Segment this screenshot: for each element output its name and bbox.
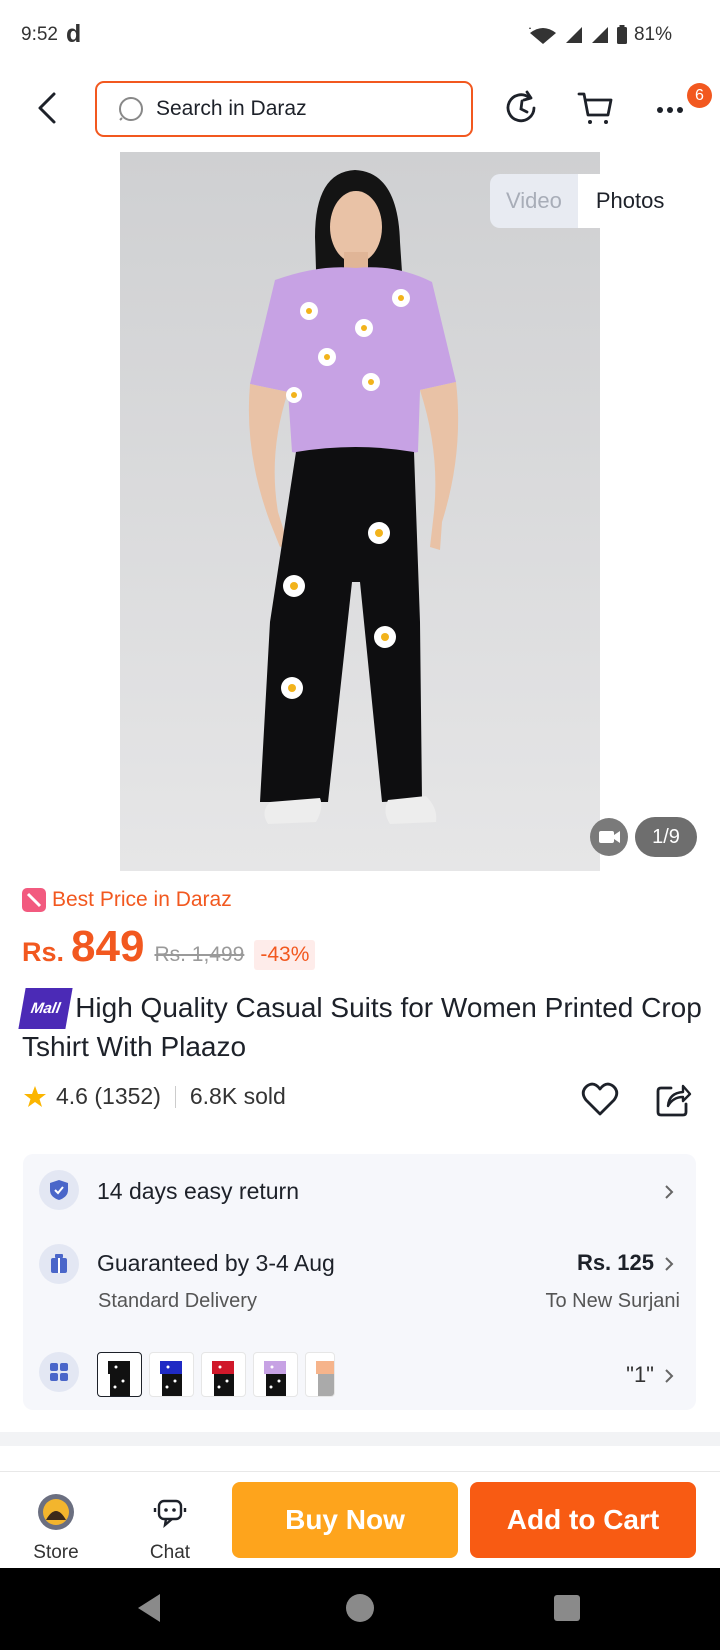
delivery-location: To New Surjani (545, 1290, 680, 1312)
swatch-lilac[interactable] (253, 1352, 298, 1397)
buy-now-button[interactable]: Buy Now (232, 1482, 458, 1558)
best-price-text: Best Price in Daraz (52, 888, 232, 911)
delivery-row[interactable]: Guaranteed by 3-4 Aug Standard Delivery … (23, 1234, 696, 1324)
media-toggle: Video Photos (490, 174, 683, 228)
mall-badge: Mall (18, 988, 73, 1029)
shield-icon (39, 1170, 79, 1210)
delivery-date-text: Guaranteed by 3-4 Aug (97, 1250, 335, 1276)
product-photo[interactable] (120, 152, 600, 871)
chevron-right-icon (665, 1185, 674, 1199)
best-price-icon (22, 888, 46, 912)
delivery-box-icon (39, 1244, 79, 1284)
system-nav-bar (0, 1568, 720, 1650)
top-header (0, 72, 720, 146)
color-swatches (97, 1352, 335, 1397)
product-gallery[interactable]: Video Photos 1/9 (0, 152, 720, 871)
search-input[interactable] (156, 97, 456, 121)
signal-icon (565, 27, 582, 43)
chat-bot-icon (153, 1499, 187, 1529)
section-divider (0, 1432, 720, 1446)
wifi-icon (528, 27, 556, 44)
original-price: Rs. 1,499 (154, 943, 245, 966)
variants-grid-icon (39, 1352, 79, 1392)
delivery-price: Rs. 125 (576, 1250, 654, 1275)
rating-value: 4.6 (56, 1083, 88, 1109)
add-to-cart-button[interactable]: Add to Cart (470, 1482, 696, 1558)
selected-option-value[interactable]: "1" (626, 1362, 654, 1388)
swatch-black[interactable] (97, 1352, 142, 1397)
history-icon[interactable] (501, 88, 541, 128)
status-bar: 9:52 d 81% (0, 0, 720, 72)
price-currency: Rs. (22, 937, 65, 967)
store-label: Store (33, 1542, 79, 1563)
service-info-card: 14 days easy return Guaranteed by 3-4 Au… (23, 1154, 696, 1410)
product-title-text: High Quality Casual Suits for Women Prin… (22, 992, 702, 1062)
rating-count: (1352) (94, 1083, 161, 1109)
cart-count-badge: 6 (687, 83, 712, 108)
nav-home-icon[interactable] (344, 1590, 376, 1626)
current-price: 849 (71, 922, 145, 971)
sold-count: 6.8K sold (189, 1083, 286, 1109)
wishlist-heart-icon[interactable] (580, 1080, 620, 1120)
chat-label: Chat (149, 1542, 191, 1563)
swatch-red[interactable] (201, 1352, 246, 1397)
back-arrow-icon[interactable] (30, 88, 66, 128)
cart-icon[interactable] (576, 88, 616, 128)
nav-recents-icon[interactable] (553, 1590, 581, 1626)
nav-back-icon[interactable] (134, 1590, 164, 1626)
bottom-action-bar: Store Chat Buy Now Add to Cart (0, 1471, 720, 1568)
rating-row[interactable]: 4.6 (1352) 6.8K sold (22, 1083, 286, 1110)
model-illustration (120, 152, 600, 871)
battery-icon (616, 25, 627, 44)
battery-percent: 81% (633, 24, 672, 45)
best-price-label: Best Price in Daraz (22, 888, 232, 912)
signal-icon-2 (591, 27, 608, 43)
more-options-icon[interactable] (652, 88, 692, 128)
daraz-logo-icon: d (66, 20, 82, 48)
search-bar[interactable] (95, 81, 473, 137)
photos-tab[interactable]: Photos (577, 174, 683, 228)
delivery-type-text: Standard Delivery (98, 1290, 257, 1312)
star-icon (24, 1085, 46, 1107)
video-tab[interactable]: Video (490, 174, 578, 228)
rating-divider (174, 1085, 176, 1108)
return-policy-row[interactable]: 14 days easy return (23, 1154, 696, 1226)
store-button[interactable]: Store (21, 1492, 91, 1564)
swatch-peach[interactable] (305, 1352, 335, 1397)
chevron-right-icon-2 (665, 1257, 674, 1271)
status-time: 9:52 (21, 24, 58, 45)
store-avatar-icon (38, 1494, 74, 1530)
status-icons: 81% (528, 24, 672, 46)
image-counter: 1/9 (635, 817, 697, 857)
swatch-blue[interactable] (149, 1352, 194, 1397)
price-row: Rs. 849 Rs. 1,499 -43% (22, 922, 316, 972)
chevron-right-icon-3[interactable] (662, 1366, 676, 1386)
app-root: 9:52 d 81% 6 (0, 0, 720, 1650)
product-title: Mall High Quality Casual Suits for Women … (18, 988, 702, 1064)
video-camera-icon[interactable] (590, 818, 628, 856)
discount-badge: -43% (254, 940, 316, 970)
chat-button[interactable]: Chat (135, 1492, 205, 1564)
share-icon[interactable] (653, 1080, 693, 1120)
return-policy-text: 14 days easy return (97, 1178, 300, 1204)
search-icon (119, 97, 143, 121)
